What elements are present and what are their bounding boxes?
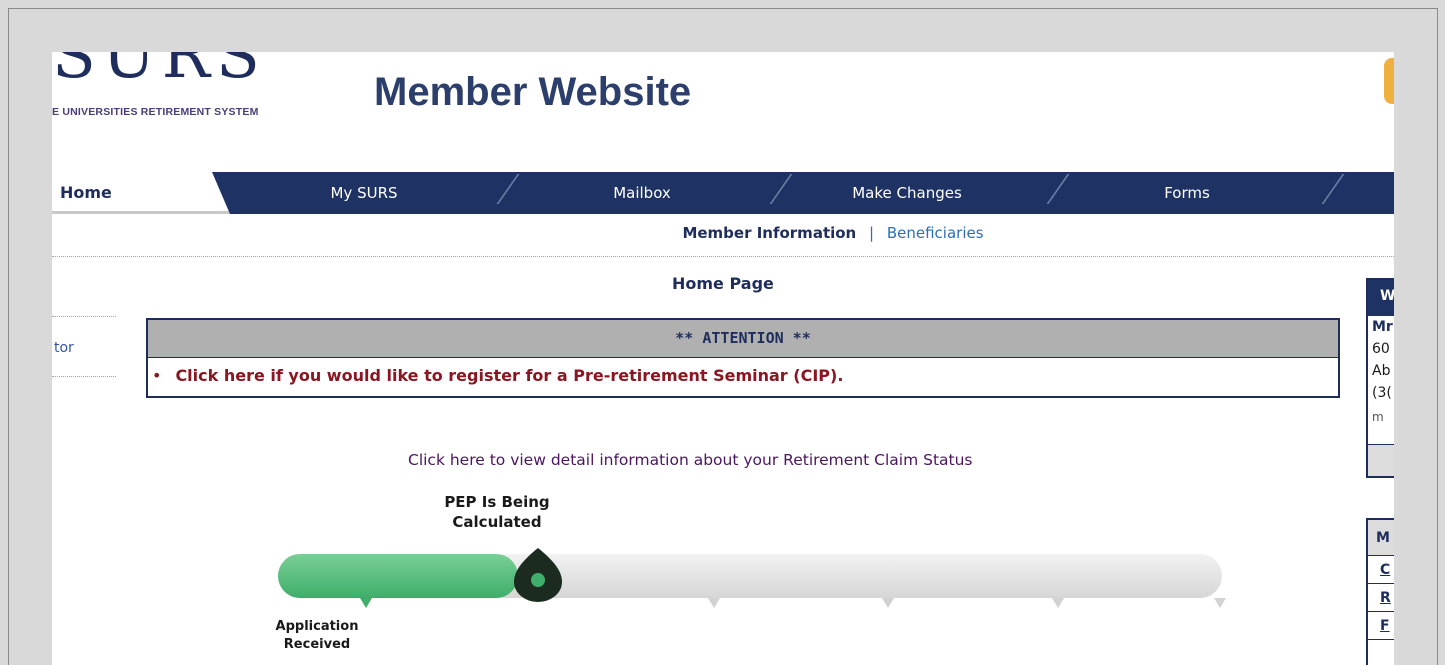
logo-letters: SURS [52,52,266,86]
seminar-registration-link[interactable]: • Click here if you would like to registe… [148,357,1338,394]
bullet: • [152,366,162,385]
sidebar-divider [52,376,116,377]
claim-progress-tracker [278,548,1226,608]
start-step-label: Application Received [260,618,374,654]
attention-header: ** ATTENTION ** [148,320,1338,357]
tab-forms[interactable]: Forms [1147,172,1227,214]
page-title: Home Page [672,274,774,293]
address-line: 60 [1372,341,1390,357]
sidebar-divider [52,316,116,317]
step-notch [882,598,894,608]
step-notch [708,598,720,608]
panel-header: W [1368,280,1394,316]
quick-link[interactable]: C [1368,556,1394,584]
browser-viewport: SURS E UNIVERSITIES RETIREMENT SYSTEM Me… [52,52,1394,665]
divider [52,256,1394,257]
start-step-text: Application Received [275,619,359,652]
current-step-label: PEP Is Being Calculated [432,492,562,532]
main-nav: Home My SURS Mailbox Make Changes Forms [52,172,1394,214]
panel-footer [1368,444,1394,476]
step-notch [360,598,372,608]
subnav-divider: | [869,224,875,242]
member-info-panel: W Mr 60 Ab (3( m [1366,278,1394,478]
phone-line: (3( [1372,385,1392,401]
email-line: m [1372,410,1384,424]
sub-nav: Member Information | Beneficiaries [52,224,1394,242]
subnav-member-information[interactable]: Member Information [682,224,856,242]
current-step-text: PEP Is Being Calculated [444,493,550,531]
step-notch [1214,598,1226,608]
quick-link[interactable]: F [1368,612,1394,640]
quick-links-panel: M C R F [1366,518,1394,665]
claim-status-link[interactable]: Click here to view detail information ab… [408,451,973,469]
site-title: Member Website [374,70,692,114]
step-notch [1052,598,1064,608]
header-accent [1384,58,1394,104]
panel-header: M [1368,520,1394,556]
tab-mailbox[interactable]: Mailbox [587,172,697,214]
logo[interactable]: SURS [52,52,342,86]
logo-subtitle: E UNIVERSITIES RETIREMENT SYSTEM [52,106,259,118]
seminar-registration-text: Click here if you would like to register… [175,366,844,385]
sidebar-link[interactable]: tor [54,340,74,356]
tab-make-changes[interactable]: Make Changes [832,172,982,214]
attention-panel: ** ATTENTION ** • Click here if you would… [146,318,1340,398]
member-name: Mr [1372,319,1393,335]
quick-link[interactable]: R [1368,584,1394,612]
subnav-beneficiaries[interactable]: Beneficiaries [887,224,984,242]
address-line: Ab [1372,363,1391,379]
progress-fill [278,554,518,598]
tab-home[interactable]: Home [60,172,120,214]
tab-my-surs[interactable]: My SURS [314,172,414,214]
